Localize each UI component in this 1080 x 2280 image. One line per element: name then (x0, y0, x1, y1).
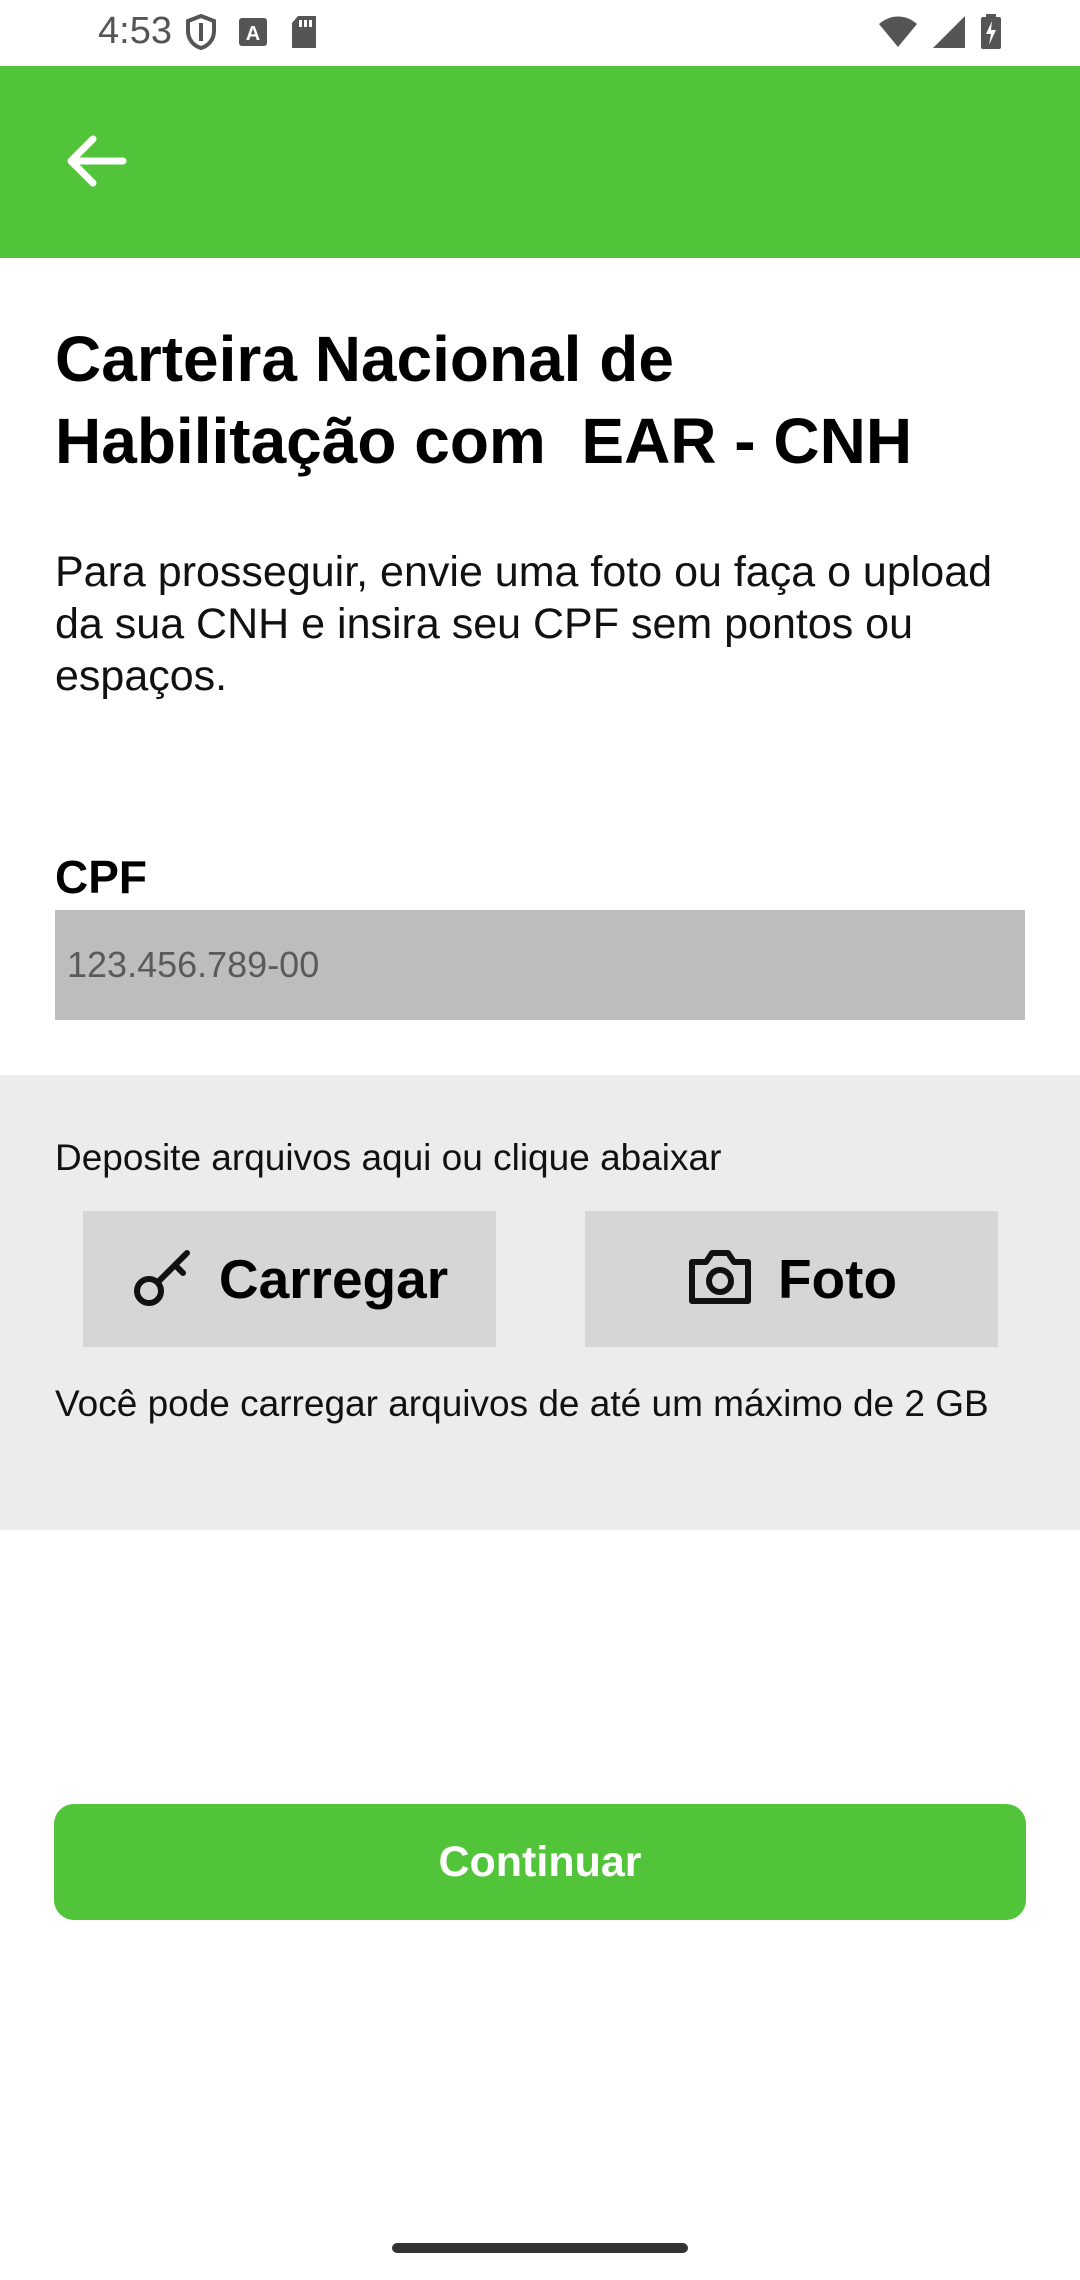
foto-label: Foto (777, 1248, 898, 1310)
continue-button[interactable]: Continuar (54, 1804, 1026, 1920)
arrow-back-icon (63, 133, 127, 194)
status-bar: 4:53 A (0, 0, 1080, 66)
upload-dropzone[interactable]: Deposite arquivos aqui ou clique abaixar… (0, 1075, 1080, 1530)
back-button[interactable] (52, 120, 138, 206)
carregar-button[interactable]: Carregar (83, 1211, 496, 1347)
page-description: Para prosseguir, envie uma foto ou faça … (55, 548, 993, 700)
font-a-icon: A (238, 17, 268, 52)
app-bar (0, 66, 1080, 258)
battery-charging-icon (980, 14, 1002, 55)
dropzone-text: Deposite arquivos aqui ou clique abaixar (55, 1137, 722, 1178)
cell-signal-icon (932, 15, 966, 54)
status-left-icons: A (186, 13, 318, 55)
svg-text:A: A (246, 23, 260, 45)
status-right-icons (878, 14, 1002, 55)
cpf-label: CPF (55, 851, 147, 903)
camera-icon (686, 1248, 754, 1311)
home-indicator[interactable] (392, 2243, 688, 2253)
wifi-icon (878, 16, 918, 53)
page-title: Carteira Nacional de Habilitação com EAR… (55, 323, 913, 477)
upload-limit-text: Você pode carregar arquivos de até um má… (55, 1383, 989, 1424)
carregar-label: Carregar (218, 1248, 449, 1310)
status-time: 4:53 (98, 10, 172, 52)
shield-icon (186, 13, 216, 55)
sd-card-icon (290, 15, 318, 54)
key-icon (131, 1245, 195, 1314)
foto-button[interactable]: Foto (585, 1211, 998, 1347)
cpf-input[interactable] (55, 910, 1025, 1020)
